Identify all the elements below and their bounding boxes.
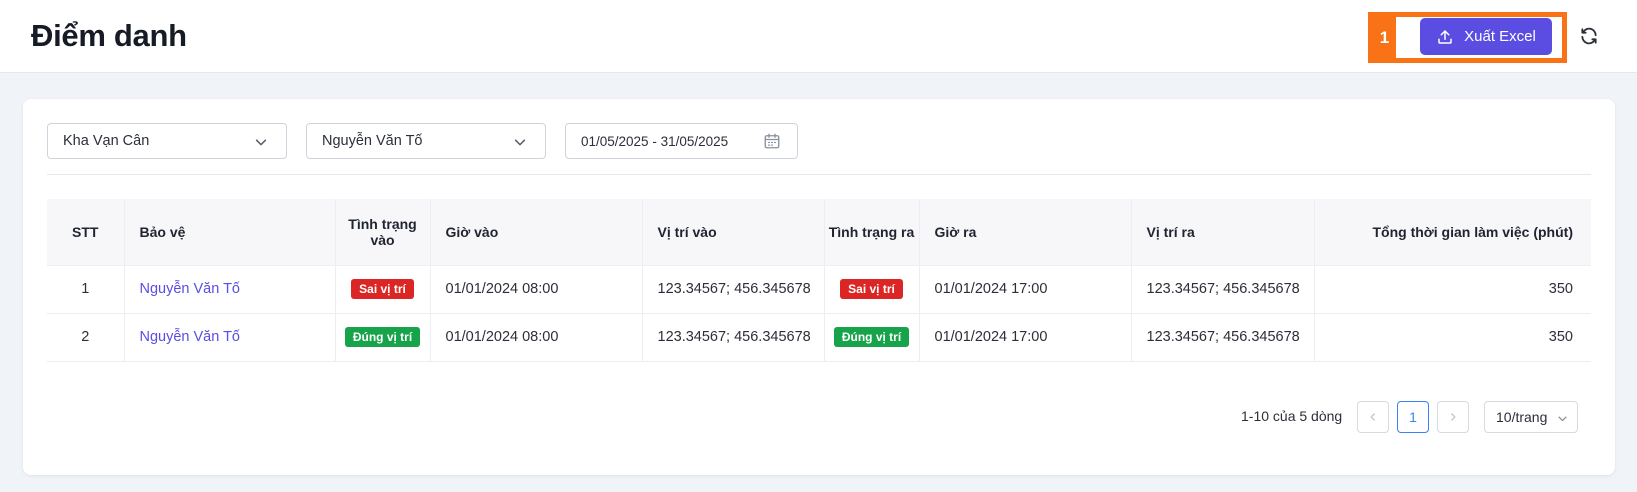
cell-in-position: 123.34567; 456.345678 (642, 264, 825, 313)
page-title: Điểm danh (31, 18, 187, 53)
status-badge-correct: Đúng vị trí (344, 327, 421, 347)
table-row: 2 Nguyễn Văn Tố Đúng vị trí 01/01/2024 0… (47, 312, 1591, 362)
refresh-button[interactable] (1577, 24, 1601, 48)
cell-stt: 1 (47, 264, 125, 313)
status-badge-wrong: Sai vị trí (840, 279, 903, 299)
chevron-down-icon (514, 139, 526, 146)
col-header-out-time: Giờ ra (919, 199, 1132, 265)
date-range-value: 01/05/2025 - 31/05/2025 (581, 133, 729, 149)
prev-page-button[interactable] (1357, 401, 1389, 433)
pagination-info: 1-10 của 5 dòng (1241, 408, 1343, 424)
calendar-icon (764, 133, 780, 149)
refresh-icon (1581, 27, 1597, 45)
page-size-select[interactable]: 10/trang (1484, 401, 1578, 433)
chevron-down-icon (1558, 416, 1567, 422)
cell-in-time: 01/01/2024 08:00 (430, 264, 643, 313)
export-excel-label: Xuất Excel (1464, 28, 1536, 45)
cell-total-minutes: 350 (1314, 312, 1591, 362)
cell-stt: 2 (47, 312, 125, 362)
col-header-guard: Bảo vệ (124, 199, 336, 265)
guard-name-link[interactable]: Nguyễn Văn Tố (140, 281, 241, 297)
chevron-right-icon (1451, 413, 1456, 421)
attendance-card: Kha Vạn Cân Nguyễn Văn Tố 01/05/2025 - 3… (23, 99, 1615, 475)
page-size-value: 10/trang (1496, 409, 1548, 425)
col-header-in-status: Tình trạng vào (335, 199, 431, 265)
location-select[interactable]: Kha Vạn Cân (47, 123, 287, 159)
guard-select[interactable]: Nguyễn Văn Tố (306, 123, 546, 159)
status-badge-wrong: Sai vị trí (351, 279, 414, 299)
guard-select-value: Nguyễn Văn Tố (322, 133, 423, 149)
table-row: 1 Nguyễn Văn Tố Sai vị trí 01/01/2024 08… (47, 264, 1591, 313)
date-range-picker[interactable]: 01/05/2025 - 31/05/2025 (565, 123, 798, 159)
col-header-out-status: Tình trạng ra (824, 199, 920, 265)
cell-out-time: 01/01/2024 17:00 (919, 312, 1132, 362)
page-header: Điểm danh 1 Xuất Excel (0, 0, 1637, 73)
location-select-value: Kha Vạn Cân (63, 133, 150, 149)
next-page-button[interactable] (1437, 401, 1469, 433)
cell-total-minutes: 350 (1314, 264, 1591, 313)
chevron-left-icon (1370, 413, 1375, 421)
annotation-label: 1 (1373, 17, 1396, 58)
cell-out-position: 123.34567; 456.345678 (1131, 264, 1315, 313)
col-header-stt: STT (47, 199, 125, 265)
chevron-down-icon (255, 139, 267, 146)
cell-out-time: 01/01/2024 17:00 (919, 264, 1132, 313)
page-1-button[interactable]: 1 (1397, 401, 1429, 433)
cell-out-position: 123.34567; 456.345678 (1131, 312, 1315, 362)
export-excel-button[interactable]: Xuất Excel (1420, 18, 1552, 55)
cell-in-time: 01/01/2024 08:00 (430, 312, 643, 362)
col-header-in-time: Giờ vào (430, 199, 643, 265)
cell-in-position: 123.34567; 456.345678 (642, 312, 825, 362)
upload-icon (1438, 29, 1452, 44)
attendance-table: STT Bảo vệ Tình trạng vào Giờ vào Vị trí… (47, 199, 1591, 362)
table-header-row: STT Bảo vệ Tình trạng vào Giờ vào Vị trí… (47, 199, 1591, 265)
guard-name-link[interactable]: Nguyễn Văn Tố (140, 329, 241, 345)
col-header-out-position: Vị trí ra (1131, 199, 1315, 265)
status-badge-correct: Đúng vị trí (833, 327, 910, 347)
col-header-total-minutes: Tổng thời gian làm việc (phút) (1314, 199, 1591, 265)
col-header-in-position: Vị trí vào (642, 199, 825, 265)
filter-divider (47, 174, 1591, 175)
